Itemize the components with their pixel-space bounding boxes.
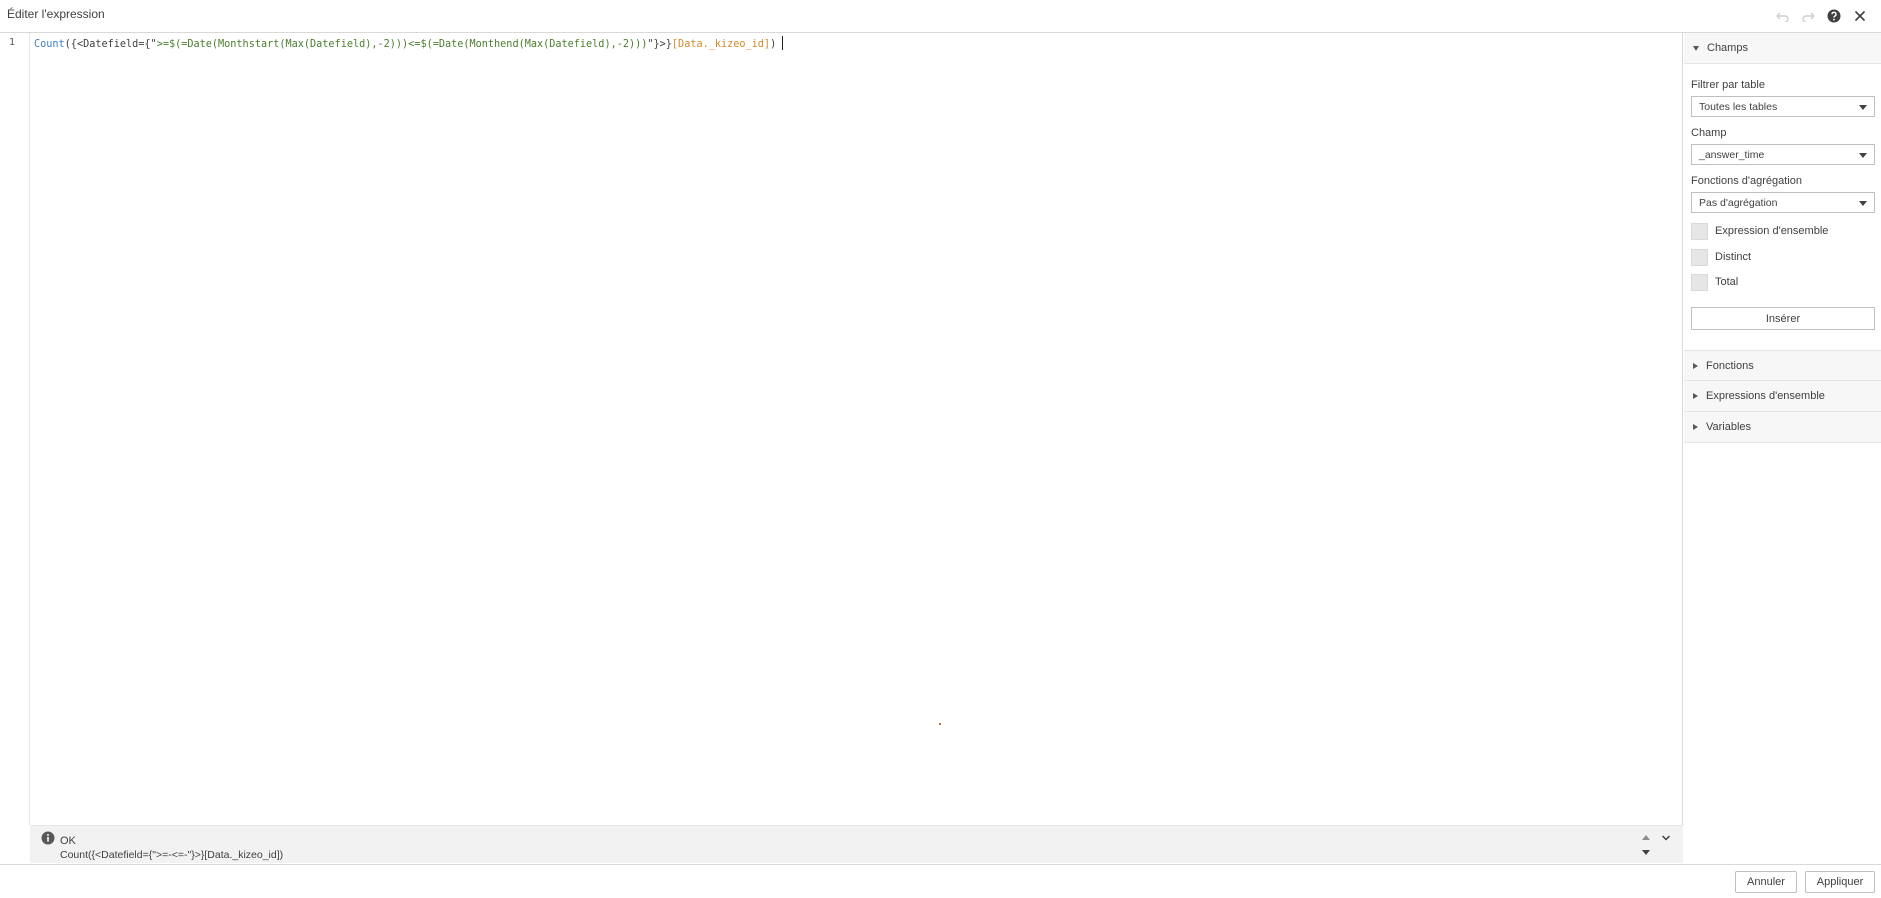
checkbox-box [1691,273,1708,291]
redo-button[interactable] [1798,6,1818,26]
total-checkbox[interactable]: Total [1691,273,1738,291]
section-label: Fonctions [1706,359,1754,372]
dialog-header: Éditer l'expression [0,0,1881,33]
checkbox-box [1691,222,1708,240]
scroll-arrows-icon[interactable] [1640,832,1652,858]
dropdown-arrow-icon [1859,201,1867,206]
code-token-function: Count [34,39,65,50]
help-icon [1827,9,1841,23]
dialog-footer: Annuler Appliquer [0,864,1881,898]
aggregation-dropdown[interactable]: Pas d'agrégation [1691,192,1875,213]
code-token-open: ({<Datefield={" [64,39,157,50]
section-champs[interactable]: Champs [1684,33,1881,64]
code-token-end: ) [770,39,777,50]
undo-icon [1776,12,1789,22]
close-button[interactable] [1850,6,1870,26]
aggregation-label: Fonctions d'agrégation [1691,175,1802,187]
cancel-button[interactable]: Annuler [1735,871,1797,893]
close-icon [1854,10,1866,22]
checkbox-label: Total [1715,276,1739,288]
line-gutter: 1 [0,33,30,825]
caret-right-icon [1693,393,1698,399]
distinct-checkbox[interactable]: Distinct [1691,248,1751,266]
section-champs-label: Champs [1707,42,1748,54]
field-label: Champ [1691,127,1727,139]
caret-right-icon [1693,424,1698,430]
aggregation-value: Pas d'agrégation [1699,197,1778,209]
undo-button[interactable] [1773,6,1793,26]
section-label: Expressions d'ensemble [1706,390,1825,402]
checkbox-label: Distinct [1715,251,1752,263]
code-line[interactable]: Count({<Datefield={">=$(=Date(Monthstart… [34,36,784,52]
code-token-close: "}>} [647,39,672,50]
line-number: 1 [9,37,16,48]
validation-expression: Count({<Datefield={">=-<=-"}>}[Data._kiz… [60,849,284,861]
chevron-down-icon[interactable] [1661,834,1671,842]
side-panel: Champs Filtrer par table Toutes les tabl… [1684,33,1881,864]
dialog-title: Éditer l'expression [7,7,105,21]
insert-button[interactable]: Insérer [1691,307,1875,330]
caret-down-icon [1693,45,1699,51]
checkbox-label: Expression d'ensemble [1715,225,1829,237]
section-fonctions[interactable]: Fonctions [1684,350,1881,381]
section-variables[interactable]: Variables [1684,412,1881,443]
help-button[interactable] [1824,6,1844,26]
code-token-field: [Data._kizeo_id] [671,39,771,50]
validation-panel: OK Count({<Datefield={">=-<=-"}>}[Data._… [30,825,1683,863]
stray-dot [939,723,941,725]
field-value: _answer_time [1699,149,1765,161]
code-token-string-end: <=$(=Date(Monthend(Max(Datefield),-2))) [408,39,648,50]
apply-button[interactable]: Appliquer [1805,871,1875,893]
filter-label: Filtrer par table [1691,79,1765,91]
filter-table-value: Toutes les tables [1699,101,1778,113]
redo-icon [1802,12,1815,22]
expression-editor[interactable]: 1 Count({<Datefield={">=$(=Date(Monthsta… [0,33,1683,825]
section-expressions-ensemble[interactable]: Expressions d'ensemble [1684,381,1881,412]
set-expression-checkbox[interactable]: Expression d'ensemble [1691,222,1828,240]
text-cursor [782,36,784,50]
code-token-string-start: >=$(=Date(Monthstart(Max(Datefield),-2))… [156,39,409,50]
caret-right-icon [1693,362,1698,369]
checkbox-box [1691,248,1708,266]
validation-status: OK [60,835,76,847]
section-label: Variables [1706,421,1752,433]
filter-table-dropdown[interactable]: Toutes les tables [1691,96,1875,117]
field-dropdown[interactable]: _answer_time [1691,144,1875,165]
dropdown-arrow-icon [1859,153,1867,158]
dropdown-arrow-icon [1859,105,1867,110]
info-icon [41,831,55,845]
